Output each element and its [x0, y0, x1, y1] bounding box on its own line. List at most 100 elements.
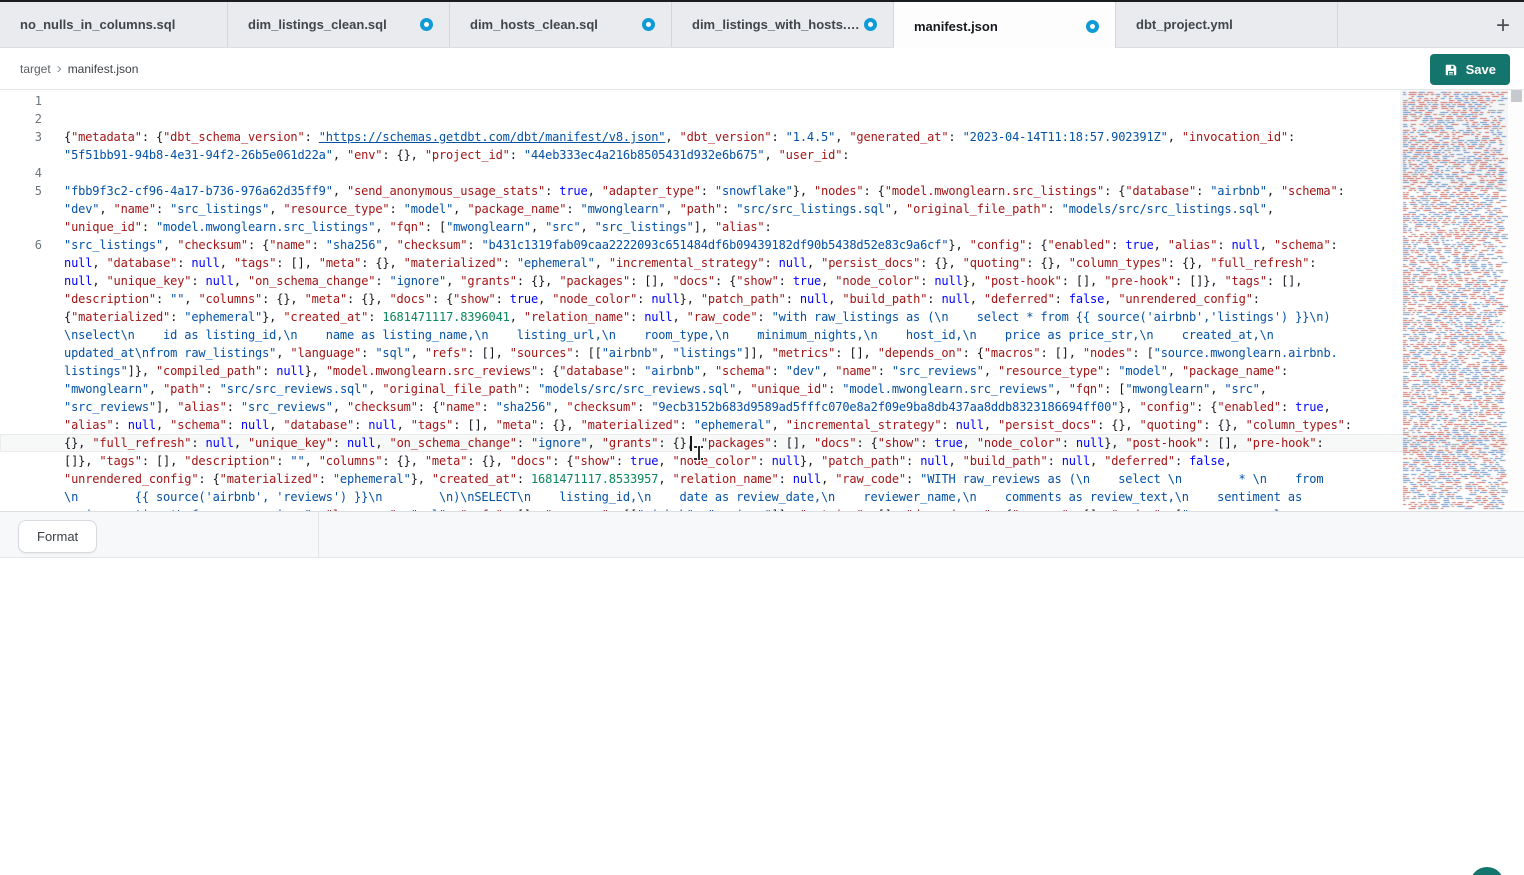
- line-number: [0, 470, 42, 488]
- code-text[interactable]: "mwonglearn", "path": "src/src_reviews.s…: [42, 380, 1267, 398]
- code-row[interactable]: "unique_id": "model.mwonglearn.src_listi…: [0, 218, 1524, 236]
- format-button[interactable]: Format: [18, 520, 97, 553]
- line-number: 2: [0, 110, 42, 128]
- unsaved-changes-dot-icon[interactable]: [420, 18, 433, 31]
- line-number: [0, 452, 42, 470]
- code-text[interactable]: []}, "tags": [], "description": "", "col…: [42, 452, 1232, 470]
- chevron-right-icon: ›: [57, 63, 62, 75]
- tab-label: dim_listings_with_hosts.sql: [692, 17, 864, 32]
- code-text[interactable]: {"metadata": {"dbt_schema_version": "htt…: [42, 128, 1295, 146]
- breadcrumb-bar: target › manifest.json Save: [0, 48, 1524, 90]
- breadcrumb-folder[interactable]: target: [20, 62, 51, 76]
- text-caret: [690, 436, 692, 451]
- code-text[interactable]: "fbb9f3c2-cf96-4a17-b736-976a62d35ff9", …: [42, 182, 1345, 200]
- code-row[interactable]: "dev", "name": "src_listings", "resource…: [0, 200, 1524, 218]
- code-text[interactable]: "unique_id": "model.mwonglearn.src_listi…: [42, 218, 772, 236]
- code-row[interactable]: 6"src_listings", "checksum": {"name": "s…: [0, 236, 1524, 254]
- code-text[interactable]: \n {{ source('airbnb', 'reviews') }}\n \…: [42, 488, 1302, 506]
- editor-scrollbar[interactable]: [1509, 90, 1524, 511]
- code-row[interactable]: {"materialized": "ephemeral"}, "created_…: [0, 308, 1524, 326]
- code-text[interactable]: "dev", "name": "src_listings", "resource…: [42, 200, 1274, 218]
- line-number: [0, 488, 42, 506]
- code-text[interactable]: \nselect\n id as listing_id,\n name as l…: [42, 326, 1274, 344]
- code-row[interactable]: listings"]}, "compiled_path": null}, "mo…: [0, 362, 1524, 380]
- tab-dim_listings_with_hosts-sql[interactable]: dim_listings_with_hosts.sql: [672, 2, 894, 47]
- save-button[interactable]: Save: [1430, 54, 1510, 85]
- code-text[interactable]: updated_at\nfrom raw_listings", "languag…: [42, 344, 1338, 362]
- code-text[interactable]: "unrendered_config": {"materialized": "e…: [42, 470, 1323, 488]
- line-number: 6: [0, 236, 42, 254]
- unsaved-changes-dot-icon[interactable]: [1086, 20, 1099, 33]
- tab-dim_hosts_clean-sql[interactable]: dim_hosts_clean.sql: [450, 2, 672, 47]
- code-row[interactable]: \nselect\n id as listing_id,\n name as l…: [0, 326, 1524, 344]
- tab-label: manifest.json: [914, 19, 998, 34]
- breadcrumb-file[interactable]: manifest.json: [68, 62, 139, 76]
- minimap[interactable]: [1400, 90, 1508, 511]
- code-row[interactable]: 2: [0, 110, 1524, 128]
- code-text[interactable]: "description": "", "columns": {}, "meta"…: [42, 290, 1260, 308]
- tab-no_nulls_in_columns-sql[interactable]: no_nulls_in_columns.sql: [0, 2, 228, 47]
- code-row[interactable]: "description": "", "columns": {}, "meta"…: [0, 290, 1524, 308]
- code-row[interactable]: null, "unique_key": null, "on_schema_cha…: [0, 272, 1524, 290]
- code-text[interactable]: {"materialized": "ephemeral"}, "created_…: [42, 308, 1330, 326]
- editor-scrollbar-thumb[interactable]: [1511, 90, 1522, 102]
- code-row[interactable]: []}, "tags": [], "description": "", "col…: [0, 452, 1524, 470]
- tab-label: dbt_project.yml: [1136, 17, 1233, 32]
- code-row[interactable]: null, "database": null, "tags": [], "met…: [0, 254, 1524, 272]
- ide-window: no_nulls_in_columns.sql dim_listings_clea…: [0, 0, 1524, 875]
- code-text[interactable]: null, "unique_key": null, "on_schema_cha…: [42, 272, 1302, 290]
- tab-manifest-json[interactable]: manifest.json: [894, 2, 1116, 51]
- code-row[interactable]: "unrendered_config": {"materialized": "e…: [0, 470, 1524, 488]
- line-number: [0, 362, 42, 380]
- code-text[interactable]: listings"]}, "compiled_path": null}, "mo…: [42, 362, 1288, 380]
- code-row[interactable]: \n {{ source('airbnb', 'reviews') }}\n \…: [0, 488, 1524, 506]
- code-row[interactable]: "5f51bb91-94b8-4e31-94f2-26b5e061d22a", …: [0, 146, 1524, 164]
- line-number: [0, 254, 42, 272]
- format-bar: Format: [0, 511, 1524, 558]
- line-number: [0, 290, 42, 308]
- code-text[interactable]: "5f51bb91-94b8-4e31-94f2-26b5e061d22a", …: [42, 146, 849, 164]
- tab-label: no_nulls_in_columns.sql: [20, 17, 175, 32]
- unsaved-changes-dot-icon[interactable]: [642, 18, 655, 31]
- code-text[interactable]: "alias": null, "schema": null, "database…: [42, 416, 1352, 434]
- line-number: [0, 398, 42, 416]
- line-number: [0, 308, 42, 326]
- code-lines: 123{"metadata": {"dbt_schema_version": "…: [0, 92, 1524, 511]
- code-row[interactable]: 1: [0, 92, 1524, 110]
- tab-label: dim_hosts_clean.sql: [470, 17, 598, 32]
- tab-dim_listings_clean-sql[interactable]: dim_listings_clean.sql: [228, 2, 450, 47]
- code-text[interactable]: "src_reviews"], "alias": "src_reviews", …: [42, 398, 1331, 416]
- line-number: [0, 272, 42, 290]
- line-number: [0, 146, 42, 164]
- line-number: [0, 380, 42, 398]
- tab-bar-tabs: no_nulls_in_columns.sql dim_listings_clea…: [0, 2, 1338, 47]
- code-text[interactable]: [42, 110, 64, 128]
- save-floppy-icon: [1444, 63, 1458, 77]
- code-row[interactable]: "src_reviews"], "alias": "src_reviews", …: [0, 398, 1524, 416]
- code-row[interactable]: "alias": null, "schema": null, "database…: [0, 416, 1524, 434]
- new-tab-button[interactable]: +: [1490, 14, 1516, 40]
- save-button-label: Save: [1466, 62, 1496, 77]
- code-row[interactable]: "mwonglearn", "path": "src/src_reviews.s…: [0, 380, 1524, 398]
- code-text[interactable]: "src_listings", "checksum": {"name": "sh…: [42, 236, 1338, 254]
- results-area: [0, 559, 1524, 875]
- line-number: [0, 326, 42, 344]
- code-text[interactable]: [42, 164, 64, 182]
- code-row[interactable]: 4: [0, 164, 1524, 182]
- line-number: 1: [0, 92, 42, 110]
- code-row[interactable]: {}, "full_refresh": null, "unique_key": …: [0, 434, 1524, 452]
- mouse-ibeam-cursor: [694, 446, 703, 460]
- breadcrumb: target › manifest.json: [0, 62, 138, 76]
- code-row[interactable]: 3{"metadata": {"dbt_schema_version": "ht…: [0, 128, 1524, 146]
- code-row[interactable]: updated_at\nfrom raw_listings", "languag…: [0, 344, 1524, 362]
- code-text[interactable]: [42, 92, 64, 110]
- tab-dbt_project-yml[interactable]: dbt_project.yml: [1116, 2, 1338, 47]
- code-row[interactable]: 5"fbb9f3c2-cf96-4a17-b736-976a62d35ff9",…: [0, 182, 1524, 200]
- tab-bar: no_nulls_in_columns.sql dim_listings_clea…: [0, 0, 1524, 48]
- code-text[interactable]: {}, "full_refresh": null, "unique_key": …: [42, 434, 1324, 452]
- code-editor[interactable]: 123{"metadata": {"dbt_schema_version": "…: [0, 90, 1524, 511]
- line-number: [0, 416, 42, 434]
- line-number: [0, 344, 42, 362]
- unsaved-changes-dot-icon[interactable]: [864, 18, 877, 31]
- code-text[interactable]: null, "database": null, "tags": [], "met…: [42, 254, 1316, 272]
